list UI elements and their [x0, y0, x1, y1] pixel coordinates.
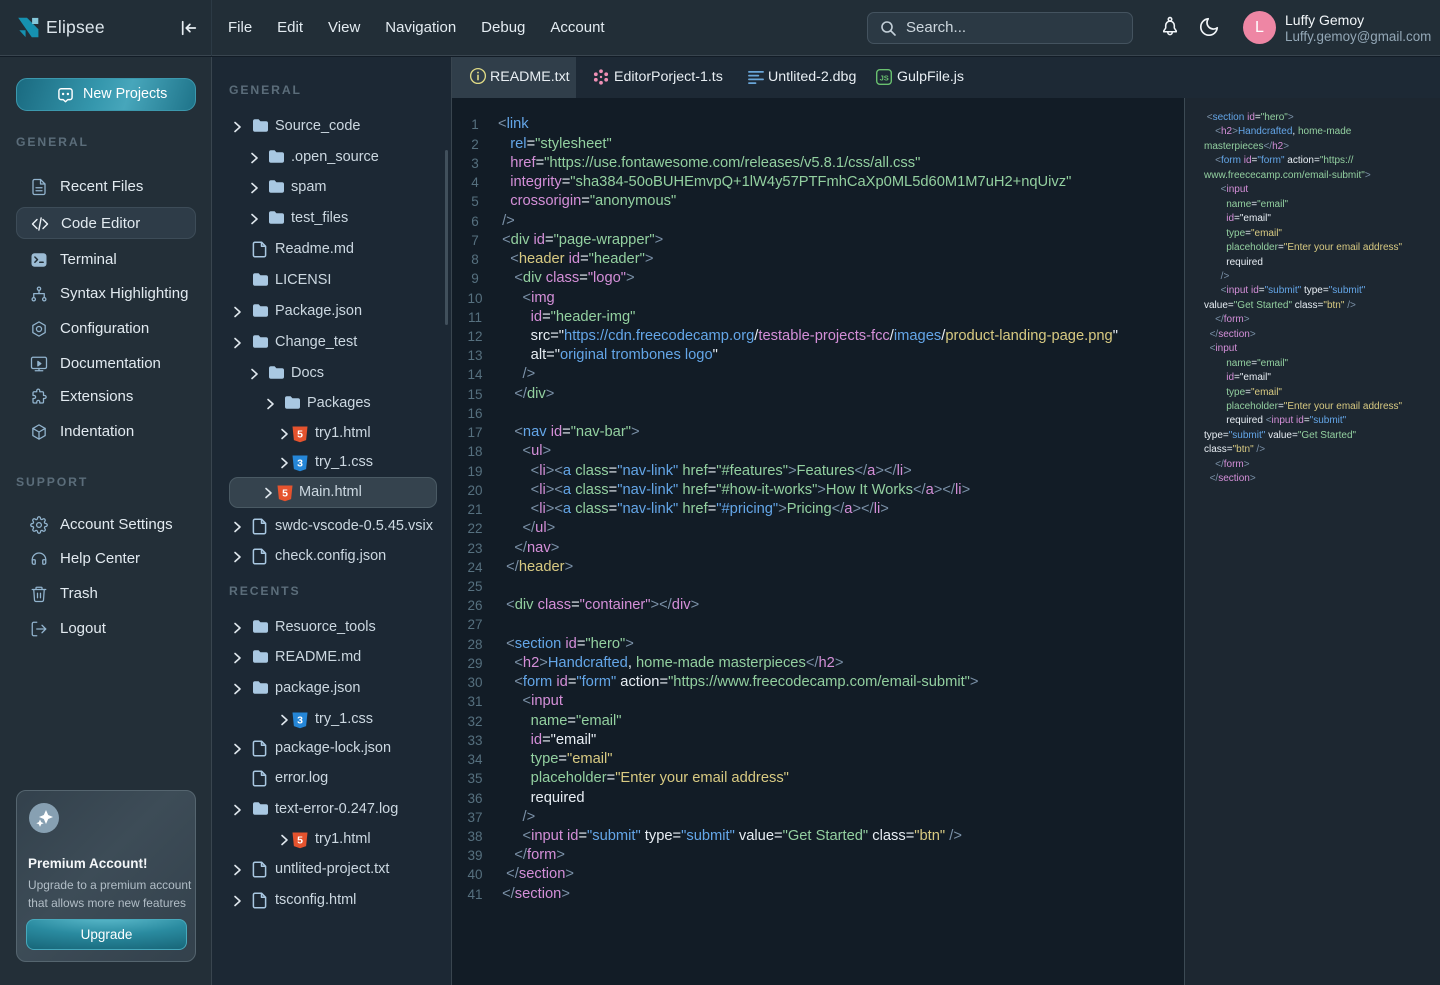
svg-text:5: 5: [297, 429, 303, 441]
svg-text:JS: JS: [880, 74, 889, 83]
svg-text:3: 3: [297, 458, 303, 470]
svg-text:5: 5: [282, 488, 288, 500]
svg-text:5: 5: [297, 835, 303, 847]
svg-text:3: 3: [297, 715, 303, 727]
